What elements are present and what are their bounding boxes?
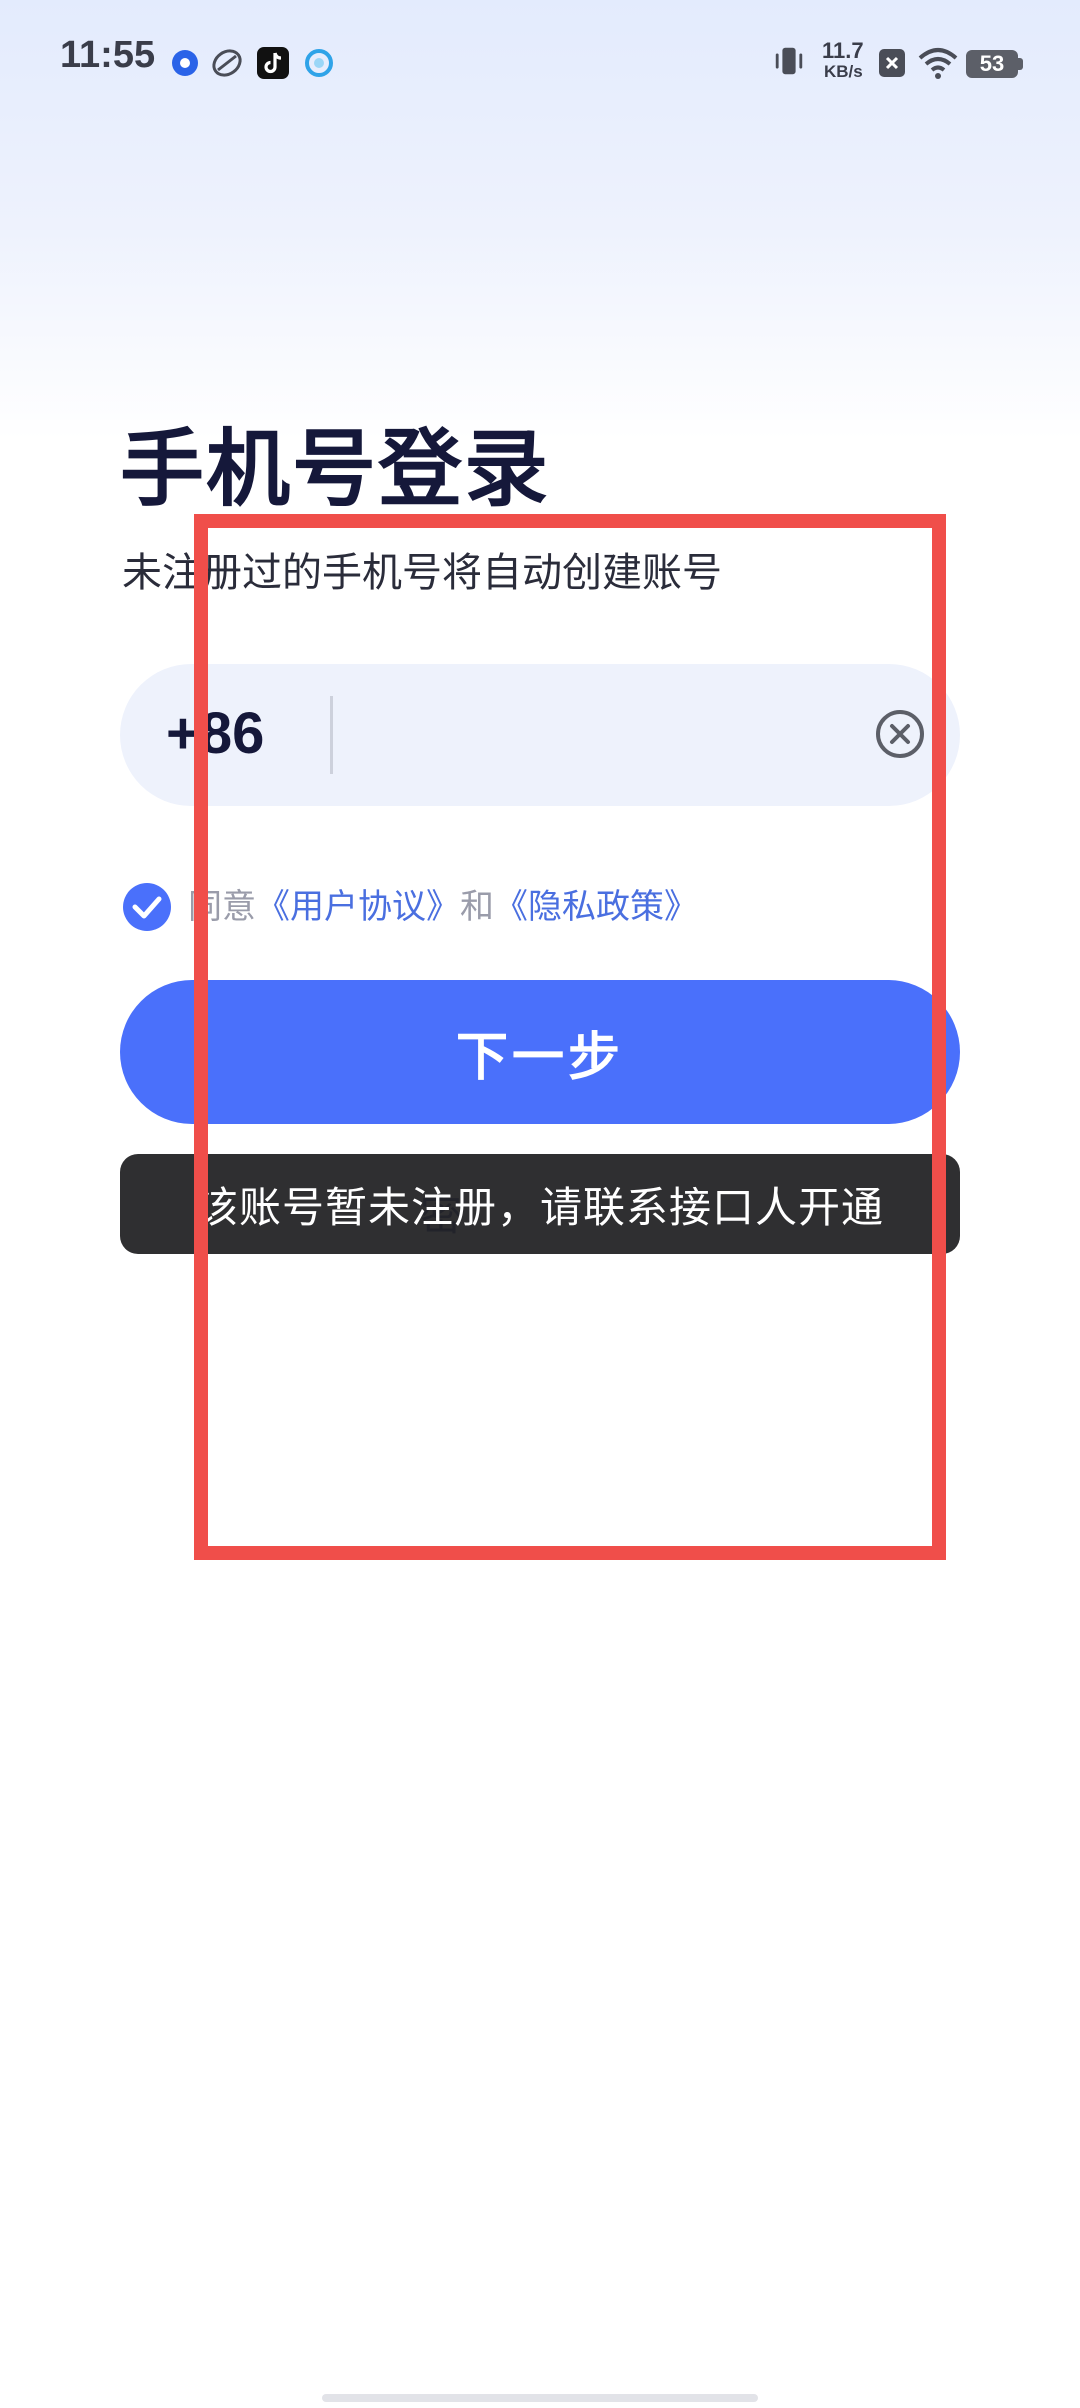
annotation-highlight-box — [194, 514, 946, 1560]
net-speed-value: 11.7 — [822, 38, 864, 63]
vibrate-icon — [775, 47, 803, 75]
status-time: 11:55 — [60, 34, 156, 76]
agreement-checkbox-icon[interactable] — [122, 882, 172, 932]
sports-ball-icon — [212, 49, 242, 77]
page-title: 手机号登录 — [120, 420, 551, 518]
battery-cap — [1018, 58, 1023, 70]
app-notification-icon — [172, 50, 198, 76]
home-indicator[interactable] — [322, 2394, 758, 2402]
battery-icon: 53 — [966, 50, 1018, 78]
net-speed-unit: KB/s — [824, 62, 863, 81]
wifi-icon — [918, 48, 958, 79]
browser-icon — [305, 49, 333, 77]
no-sim-icon — [879, 49, 905, 77]
tiktok-icon — [257, 47, 289, 79]
